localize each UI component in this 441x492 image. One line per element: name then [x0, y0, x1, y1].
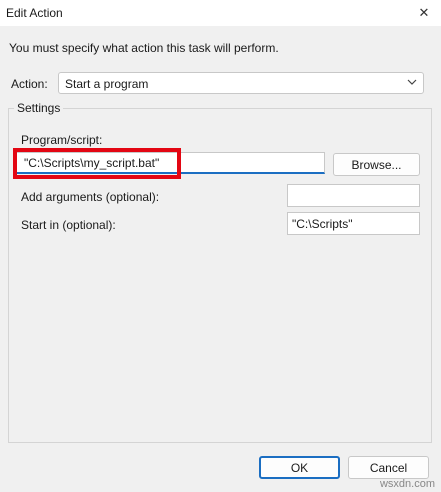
close-icon[interactable]: ✕ — [413, 2, 435, 24]
start-in-input[interactable]: "C:\Scripts" — [287, 212, 420, 235]
start-in-label: Start in (optional): — [21, 218, 116, 232]
action-select[interactable]: Start a program — [58, 72, 424, 94]
program-script-label: Program/script: — [21, 133, 103, 147]
start-in-value: "C:\Scripts" — [292, 217, 353, 231]
highlight-box — [13, 148, 181, 179]
settings-group-label: Settings — [14, 101, 64, 115]
browse-button[interactable]: Browse... — [333, 153, 420, 176]
instruction-text: You must specify what action this task w… — [9, 41, 279, 55]
add-arguments-label: Add arguments (optional): — [21, 190, 160, 204]
ok-button[interactable]: OK — [259, 456, 340, 479]
window-title: Edit Action — [6, 6, 63, 20]
action-select-value: Start a program — [65, 77, 149, 91]
title-bar: Edit Action ✕ — [0, 0, 441, 26]
watermark: wsxdn.com — [379, 478, 435, 490]
cancel-button[interactable]: Cancel — [348, 456, 429, 479]
chevron-down-icon — [407, 79, 417, 85]
action-label: Action: — [11, 77, 48, 91]
add-arguments-input[interactable] — [287, 184, 420, 207]
